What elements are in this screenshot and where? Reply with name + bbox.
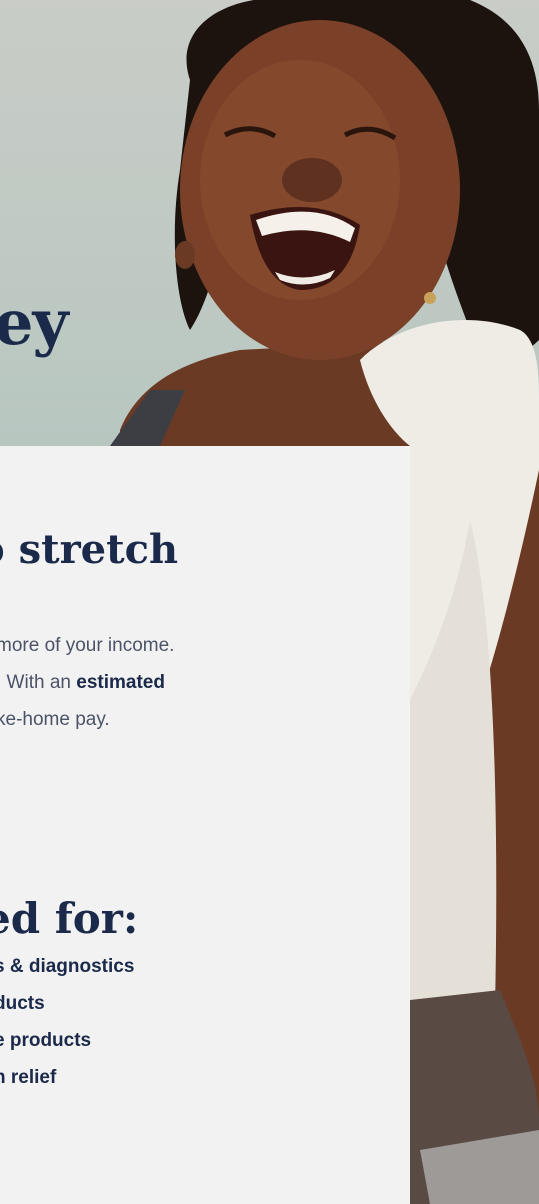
list-item: s & diagnostics: [0, 956, 135, 977]
list-item: n relief: [0, 1067, 57, 1088]
hero-headline: ey: [0, 286, 68, 359]
list-item: ducts: [0, 993, 45, 1014]
estimated-emphasis: estimated: [76, 672, 165, 693]
list-item: e products: [0, 1030, 92, 1051]
card-heading: o stretch: [0, 526, 179, 573]
body-line-2: . With an estimated: [0, 672, 165, 693]
eligible-heading: ed for:: [0, 894, 139, 943]
page: ey o stretch more of your income. . With…: [0, 0, 539, 1204]
body-paragraph: more of your income. . With an estimated…: [0, 627, 396, 738]
body-line-3: ke-home pay.: [0, 709, 110, 730]
body-line-1: more of your income.: [0, 635, 175, 656]
eligible-list: s & diagnostics ducts e products n relie…: [0, 948, 134, 1096]
